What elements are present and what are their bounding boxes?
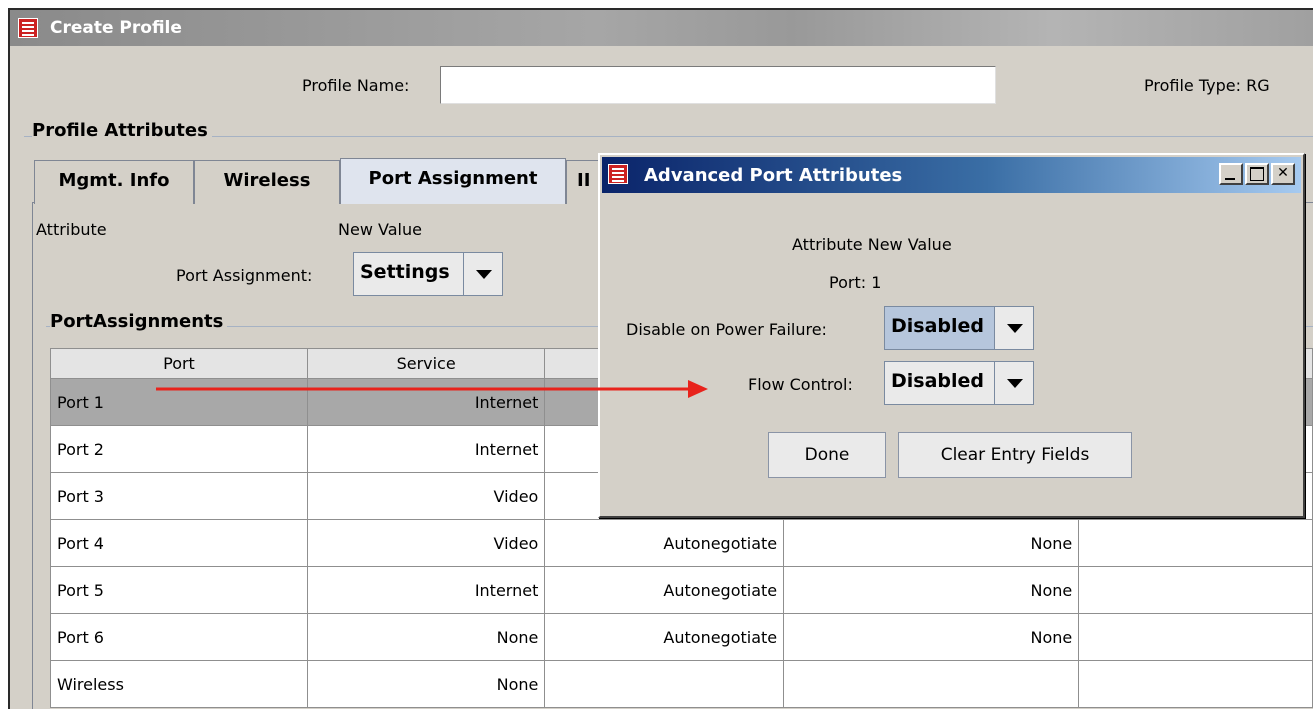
annotation-arrow — [156, 380, 708, 398]
annotation-arrow-head — [688, 380, 708, 398]
